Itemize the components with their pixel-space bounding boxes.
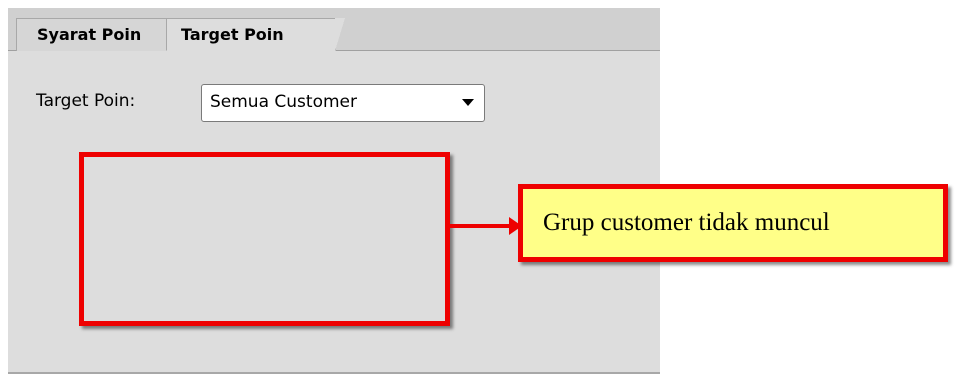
annotation-callout-text: Grup customer tidak muncul [543, 209, 830, 236]
tab-target-poin-label: Target Poin [181, 25, 284, 44]
target-poin-select-value: Semua Customer [210, 92, 357, 112]
tab-strip: Syarat Poin Target Poin [8, 8, 660, 51]
target-poin-select[interactable]: Semua Customer [201, 84, 485, 122]
connector-line [450, 224, 516, 228]
tab-syarat-poin[interactable]: Syarat Poin [16, 18, 178, 51]
missing-customer-group-area [79, 152, 450, 326]
tab-syarat-poin-label: Syarat Poin [37, 25, 142, 44]
chevron-down-icon[interactable] [462, 99, 474, 106]
tab-target-poin[interactable]: Target Poin [166, 18, 345, 51]
target-poin-label: Target Poin: [36, 91, 136, 111]
annotation-callout: Grup customer tidak muncul [518, 184, 948, 262]
